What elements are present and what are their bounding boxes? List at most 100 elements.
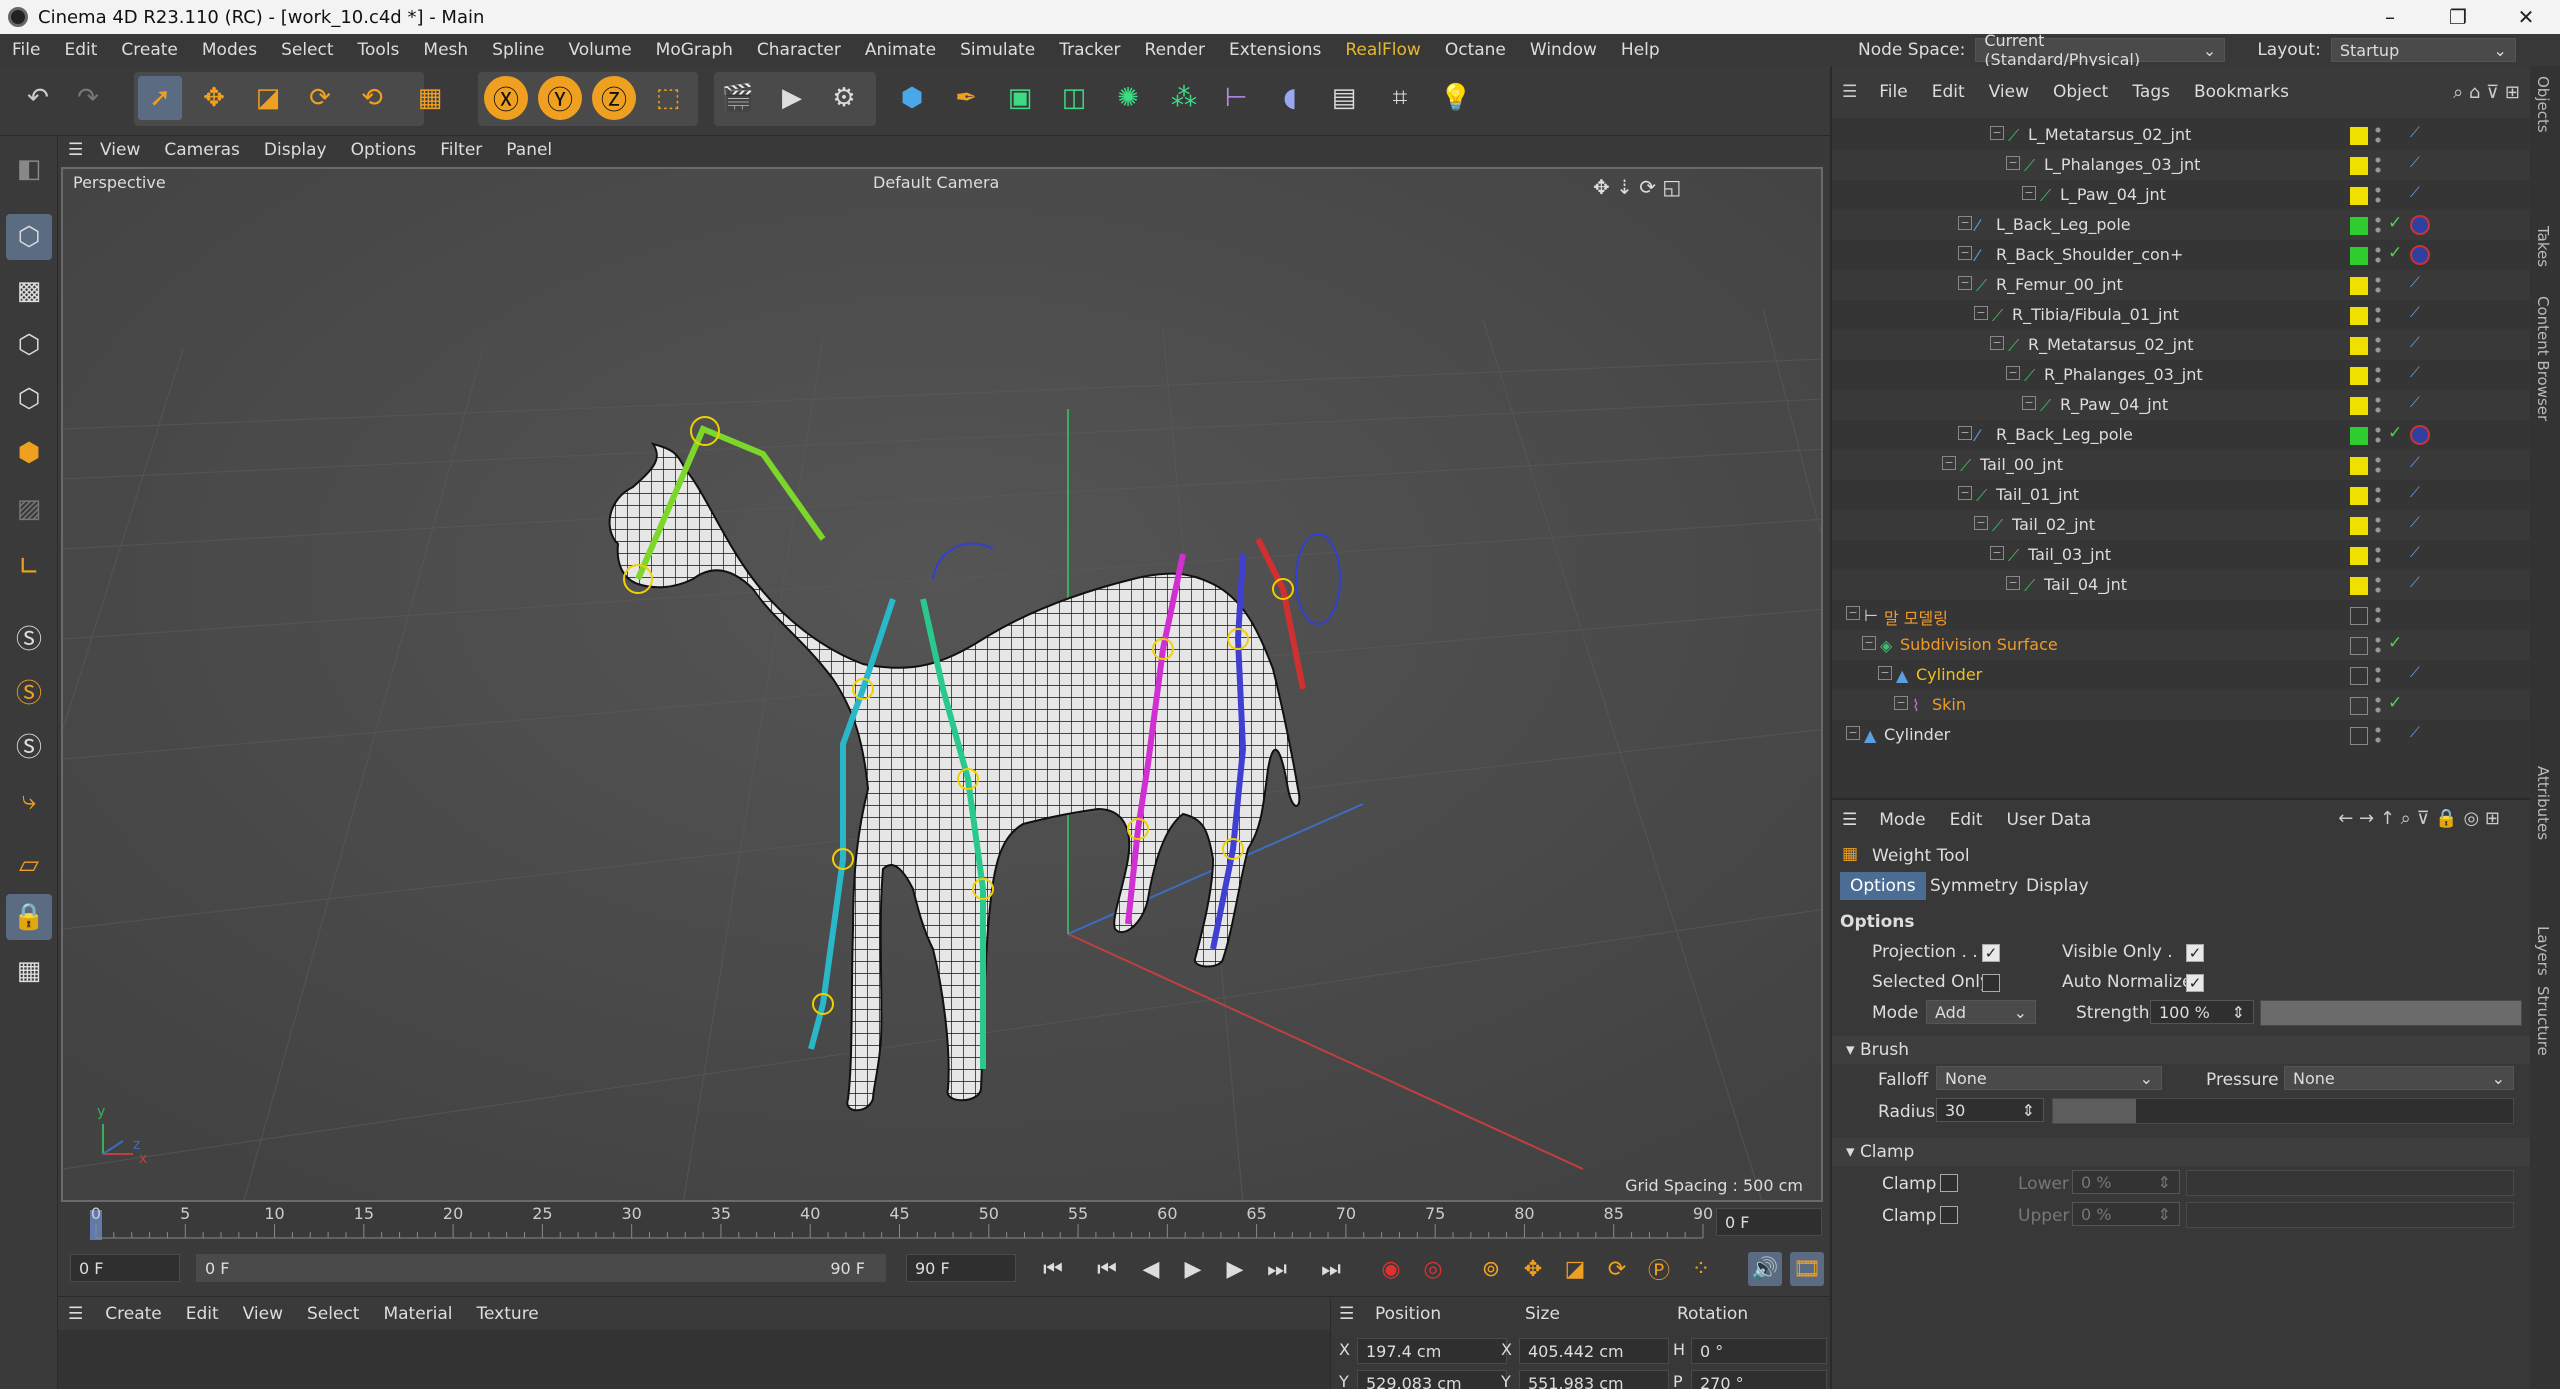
hamburger-icon[interactable]: ☰ [68,140,88,160]
object-row[interactable]: − ◈ Subdivision Surface ✓ [1832,630,2532,660]
lower-field[interactable]: 0 % ⇕ [2072,1170,2180,1194]
viewport-menu-options[interactable]: Options [339,140,429,160]
material-menu-material[interactable]: Material [371,1304,464,1324]
edges-mode-icon[interactable]: ⬡ [6,376,52,422]
tab-symmetry[interactable]: Symmetry [1920,872,2028,900]
viewport-menu-panel[interactable]: Panel [494,140,564,160]
layout-dropdown[interactable]: Startup ⌄ [2330,38,2516,62]
subdivision-icon[interactable]: ▣ [998,76,1042,120]
close-button[interactable]: ✕ [2492,0,2560,34]
object-row[interactable]: − ▲ Cylinder ⟋ [1832,660,2532,690]
axis-mode-icon[interactable]: ∟ [6,544,52,590]
extrude-icon[interactable]: ◫ [1052,76,1096,120]
menu-item-tools[interactable]: Tools [346,40,412,60]
viewport-menu-cameras[interactable]: Cameras [152,140,252,160]
object-row[interactable]: − ⟋ R_Tibia/Fibula_01_jnt ⟋ [1832,300,2532,330]
layer-color-swatch[interactable] [2350,457,2368,475]
step-forward-icon[interactable]: ▶ [1218,1252,1252,1286]
object-tag-icon[interactable] [2410,245,2430,265]
visibility-dots-icon[interactable] [2375,394,2381,416]
tree-toggle-icon[interactable]: − [1990,336,2004,350]
object-tag-icon[interactable]: ⟋ [2410,665,2430,685]
goto-next-key-icon[interactable]: ⏭ [1260,1252,1294,1286]
tree-toggle-icon[interactable]: − [1958,426,1972,440]
layer-color-swatch[interactable] [2350,187,2368,205]
texture-mode-icon[interactable]: ▩ [6,268,52,314]
visibility-dots-icon[interactable] [2375,124,2381,146]
tree-toggle-icon[interactable]: − [2006,156,2020,170]
om-menu-file[interactable]: File [1867,82,1919,102]
auto-normalize-checkbox[interactable]: ✓ [2186,974,2204,992]
layer-color-swatch[interactable] [2350,397,2368,415]
rotation-h-field[interactable]: 0 ° [1691,1338,1827,1364]
upper-field[interactable]: 0 % ⇕ [2072,1202,2180,1226]
cube-icon[interactable]: ⬢ [890,76,934,120]
menu-item-realflow[interactable]: RealFlow [1333,40,1432,60]
tree-toggle-icon[interactable]: − [1990,126,2004,140]
object-tag-icon[interactable]: ⟋ [2410,485,2430,505]
material-menu-texture[interactable]: Texture [465,1304,551,1324]
cloner-icon[interactable]: ✺ [1106,76,1150,120]
key-param-icon[interactable]: Ⓟ [1642,1252,1676,1286]
layer-color-swatch[interactable] [2350,307,2368,325]
layer-color-swatch[interactable] [2350,337,2368,355]
menu-item-file[interactable]: File [0,40,52,60]
object-row[interactable]: − ⟋ Tail_02_jnt ⟋ [1832,510,2532,540]
tree-toggle-icon[interactable]: − [2022,186,2036,200]
light-icon[interactable]: 💡 [1434,76,1478,120]
object-tag-icon[interactable]: ⟋ [2410,725,2430,745]
lower-slider[interactable] [2186,1170,2514,1196]
tree-toggle-icon[interactable]: − [1974,306,1988,320]
om-menu-edit[interactable]: Edit [1920,82,1977,102]
menu-item-modes[interactable]: Modes [190,40,269,60]
side-tab-takes[interactable]: Takes [2534,226,2552,267]
goto-end-icon[interactable]: ⏭ [1314,1252,1348,1286]
clamp-upper-checkbox[interactable] [1940,1206,1958,1224]
layer-color-swatch[interactable] [2350,727,2368,745]
tree-toggle-icon[interactable]: − [1862,636,1876,650]
enabled-check-icon[interactable]: ✓ [2388,423,2402,443]
radius-slider[interactable] [2052,1098,2514,1124]
object-row[interactable]: − ⟋ R_Femur_00_jnt ⟋ [1832,270,2532,300]
y-axis-lock-icon[interactable]: Ⓨ [538,76,582,120]
workplane-icon[interactable]: ▱ [6,842,52,888]
visibility-dots-icon[interactable] [2375,724,2381,746]
om-menu-view[interactable]: View [1977,82,2041,102]
points-mode-icon[interactable]: ⬡ [6,322,52,368]
coordinate-system-icon[interactable]: ⬚ [646,76,690,120]
material-menu-select[interactable]: Select [295,1304,371,1324]
weight-tool-icon[interactable]: ▦ [408,76,452,120]
object-row[interactable]: − ▲ Cylinder ⟋ [1832,720,2532,750]
visibility-dots-icon[interactable] [2375,154,2381,176]
viewport-menu-display[interactable]: Display [252,140,339,160]
make-editable-icon[interactable]: ◧ [6,146,52,192]
side-tab-structure[interactable]: Structure [2534,986,2552,1056]
layer-color-swatch[interactable] [2350,367,2368,385]
redo-icon[interactable]: ↷ [66,76,110,120]
menu-item-animate[interactable]: Animate [853,40,948,60]
tree-toggle-icon[interactable]: − [1958,246,1972,260]
tree-toggle-icon[interactable]: − [1846,606,1860,620]
visibility-dots-icon[interactable] [2375,664,2381,686]
play-icon[interactable]: ▶ [1176,1252,1210,1286]
tree-toggle-icon[interactable]: − [1974,516,1988,530]
tree-toggle-icon[interactable]: − [1958,276,1972,290]
render-settings-icon[interactable]: ⚙ [822,76,866,120]
object-tag-icon[interactable]: ⟋ [2410,275,2430,295]
visibility-dots-icon[interactable] [2375,574,2381,596]
object-row[interactable]: − ⌇ Skin ✓ [1832,690,2532,720]
menu-item-mograph[interactable]: MoGraph [644,40,745,60]
goto-start-icon[interactable]: ⏮ [1036,1252,1070,1286]
object-row[interactable]: − ⁄ R_Back_Shoulder_con+ ✓ [1832,240,2532,270]
projection-checkbox[interactable]: ✓ [1982,944,2000,962]
visibility-dots-icon[interactable] [2375,424,2381,446]
object-tag-icon[interactable] [2410,215,2430,235]
visibility-dots-icon[interactable] [2375,484,2381,506]
menu-item-create[interactable]: Create [109,40,190,60]
object-tag-icon[interactable]: ⟋ [2410,335,2430,355]
pen-icon[interactable]: ✒ [944,76,988,120]
position-y-field[interactable]: 529.083 cm [1357,1370,1507,1389]
object-tag-icon[interactable]: ⟋ [2410,155,2430,175]
layer-color-swatch[interactable] [2350,547,2368,565]
side-tab-content-browser[interactable]: Content Browser [2534,296,2552,421]
